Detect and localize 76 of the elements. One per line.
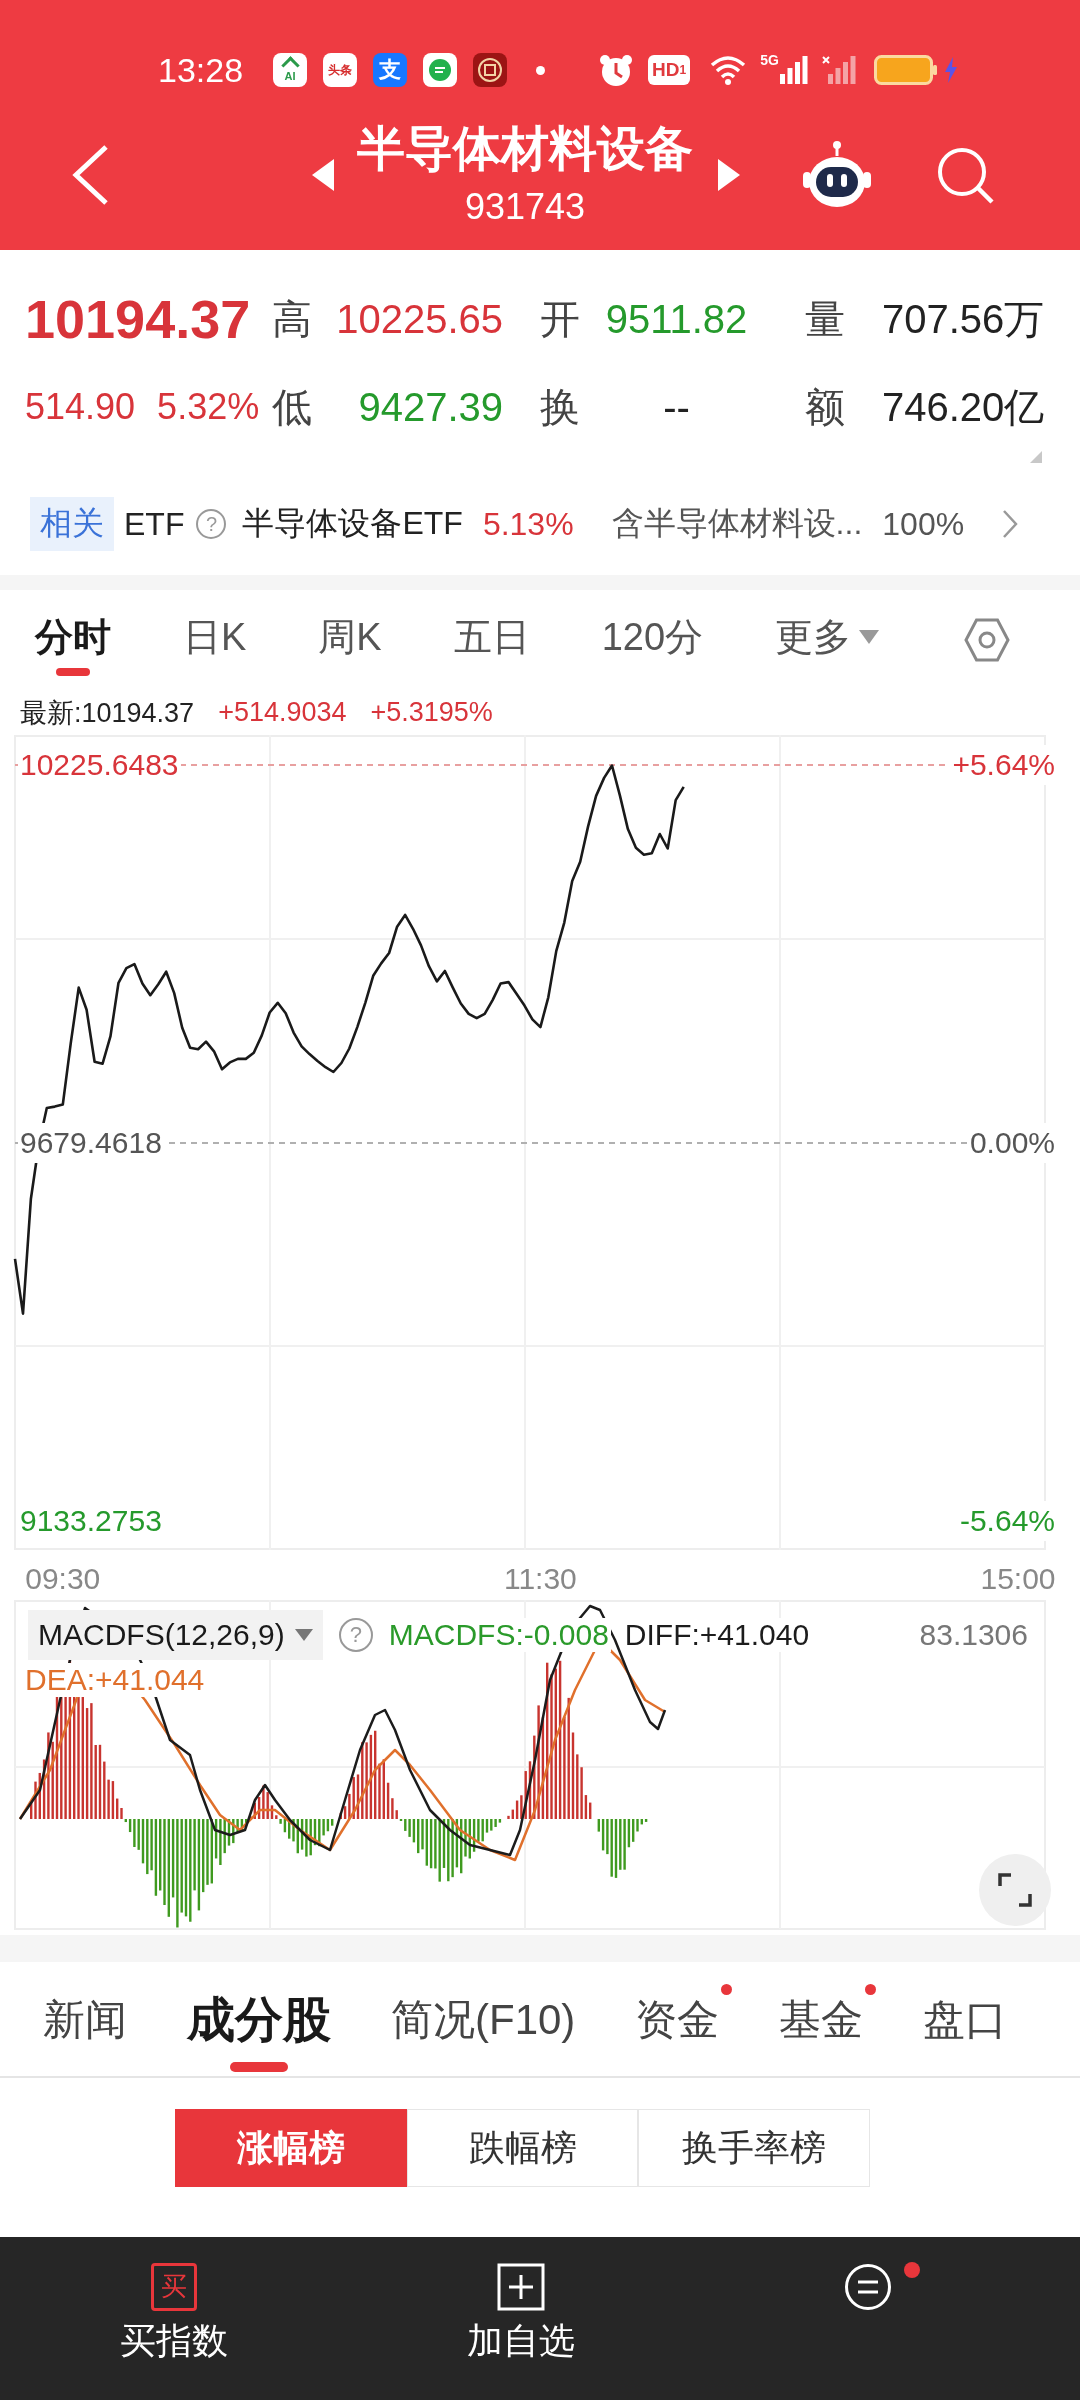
charging-icon [943,57,958,83]
holding-percent: 100% [882,505,965,543]
ranking-segment[interactable]: 换手率榜 [638,2109,870,2187]
chart-period-tab[interactable]: 日K [183,590,247,676]
home-app-tile: AI [273,53,307,87]
change-percent: +5.3195% [370,697,493,728]
related-tag: 相关 [30,497,114,551]
chart-period-tab[interactable]: 五日 [453,590,530,676]
last-price: 10194.37 [25,288,252,350]
chart-period-tab[interactable]: 周K [318,590,382,676]
quote-value: 10225.65 [336,296,503,342]
signal-icon [779,56,808,84]
battery-icon [873,55,938,85]
bottom-bar-button[interactable]: 买 买指数 [0,2237,347,2400]
plus-square-icon [496,2263,545,2311]
chart-period-tab[interactable]: 更多 [775,590,880,676]
index-title: 半导体材料设备 [357,121,693,177]
robot-icon[interactable] [802,140,872,210]
time-axis-label: 09:30 [25,1561,101,1597]
detail-tab[interactable]: 成分股 [187,1962,345,2076]
news-app-tile: 头条 [323,53,357,87]
more-notifications-icon [536,65,545,75]
quote-value: -- [663,384,690,430]
caret-icon [294,1629,313,1641]
status-time: 13:28 [158,50,245,90]
etf-fund-name[interactable]: 半导体设备ETF [242,502,463,546]
back-icon[interactable] [70,144,110,206]
quote-label: 高 [272,295,312,343]
bottom-bar-button[interactable]: 加自选 [347,2237,694,2400]
time-axis-label: 15:00 [980,1561,1056,1597]
chevron-right-icon[interactable] [1002,509,1019,539]
detail-tab[interactable]: 新闻 [43,1962,141,2076]
change-value: +514.9034 [218,697,347,728]
network-type-label: 5G [760,52,779,68]
ranking-segment[interactable]: 涨幅榜 [175,2109,407,2187]
latest-price: 最新:10194.37 [20,696,195,730]
quote-value: 707.56万 [881,295,1046,343]
settings-icon[interactable] [964,617,1010,663]
detail-tab[interactable]: 简况(F10) [391,1962,590,2076]
time-axis-label: 11:30 [503,1561,577,1597]
chart-period-tab[interactable]: 120分 [601,590,704,676]
lines-circle-icon [843,2263,892,2311]
indicator-selector[interactable]: MACDFS(12,26,9) [28,1610,323,1660]
wifi-icon [710,55,747,85]
expand-icon [997,1872,1033,1908]
quote-value: 746.20亿 [881,383,1046,431]
quote-label: 开 [540,295,580,343]
percent-change: 5.32% [157,386,260,428]
buy-tag: 买 [150,2263,197,2311]
previous-triangle-icon[interactable] [312,159,334,191]
index-code: 931743 [464,185,586,229]
payment-app-tile: 支 [373,53,407,87]
etf-fund-change: 5.13% [482,505,574,543]
price-change: 514.90 [25,386,136,428]
holding-name: 含半导体材料设... [611,504,863,543]
quote-label: 量 [805,295,845,343]
quote-label: 换 [540,383,580,431]
next-triangle-icon[interactable] [718,159,740,191]
etf-label: ETF [124,505,185,543]
quote-label: 额 [805,383,845,431]
quote-value: 9511.82 [605,296,748,342]
search-icon[interactable] [935,145,995,205]
percent-axis-label: +5.64% [950,745,1057,785]
price-axis-label: 9679.4618 [18,1123,164,1163]
no-signal-icon [821,56,856,84]
chat-app-icon [423,53,457,87]
quote-value: 9427.39 [358,384,503,430]
chart-period-tab[interactable]: 分时 [35,590,111,676]
quote-label: 低 [272,383,312,431]
alarm-icon [599,53,633,87]
detail-tab[interactable]: 基金 [779,1962,878,2076]
caret-icon [859,630,880,644]
detail-tab[interactable]: 资金 [635,1962,734,2076]
coin-app-icon [473,53,507,87]
ranking-segment[interactable]: 跌幅榜 [406,2109,639,2187]
detail-tab[interactable]: 盘口 [923,1962,1022,2076]
